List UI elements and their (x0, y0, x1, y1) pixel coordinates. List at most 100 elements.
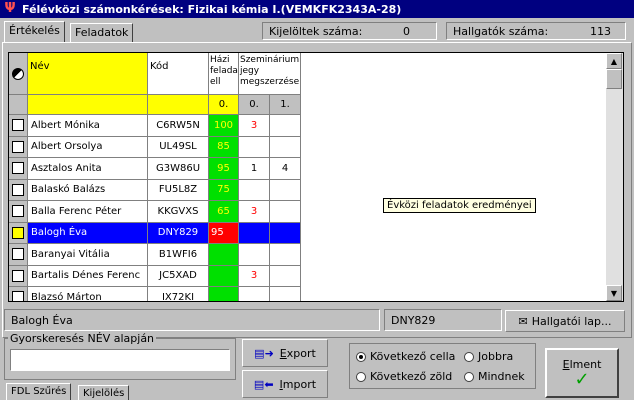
row-checkbox[interactable] (9, 115, 28, 137)
option-next-green[interactable]: Következő zöld (356, 370, 452, 383)
header-blank (9, 95, 28, 115)
students-count-box: Hallgatók száma: 113 (446, 22, 626, 40)
checkbox-icon[interactable] (12, 269, 24, 282)
hazi-score[interactable] (209, 265, 239, 287)
hazi-score[interactable]: 65 (209, 201, 239, 223)
tab-ertekeles[interactable]: Értékelés (4, 21, 65, 42)
student-name[interactable]: Albert Orsolya (28, 136, 148, 158)
header-hazi[interactable]: Házi feladatok ell (209, 53, 239, 95)
scroll-up-icon[interactable]: ▲ (606, 53, 622, 69)
student-code[interactable]: FU5L8Z (148, 179, 209, 201)
checkbox-icon[interactable] (12, 248, 24, 261)
tooltip: Évközi feladatok eredményei (383, 198, 536, 213)
row-checkbox[interactable] (9, 179, 28, 201)
szem-grade-0[interactable] (239, 222, 270, 244)
checkbox-icon[interactable] (12, 291, 24, 301)
szem-grade-1[interactable] (270, 244, 301, 266)
szem-grade-1[interactable] (270, 201, 301, 223)
szem-grade-0[interactable]: 3 (239, 265, 270, 287)
hazi-score[interactable]: 95 (209, 222, 239, 244)
szem-grade-0[interactable]: 1 (239, 158, 270, 180)
student-sheet-label: Hallgatói lap... (531, 314, 612, 328)
student-code[interactable]: G3W86U (148, 158, 209, 180)
row-checkbox[interactable] (9, 265, 28, 287)
student-name[interactable]: Albert Mónika (28, 115, 148, 137)
szem-grade-1[interactable] (270, 136, 301, 158)
search-input[interactable] (10, 349, 230, 371)
student-code[interactable]: C6RW5N (148, 115, 209, 137)
checkbox-icon[interactable] (12, 226, 24, 239)
tab-label: Kijelölés (83, 388, 125, 399)
hazi-score[interactable]: 85 (209, 136, 239, 158)
scroll-down-icon[interactable]: ▼ (606, 285, 622, 301)
hazi-score[interactable]: 75 (209, 179, 239, 201)
szem-grade-1[interactable] (270, 287, 301, 301)
header-name[interactable]: Név (28, 53, 148, 95)
student-name[interactable]: Asztalos Anita (28, 158, 148, 180)
subheader-szem-0[interactable]: 0. (239, 95, 270, 115)
szem-grade-1[interactable] (270, 115, 301, 137)
student-code[interactable]: KKGVXS (148, 201, 209, 223)
student-code[interactable]: IX72KI (148, 287, 209, 301)
subheader-hazi-0[interactable]: 0. (209, 95, 239, 115)
import-label: Import (279, 377, 317, 391)
import-button[interactable]: ▤⬅ Import (242, 370, 328, 398)
checkbox-icon[interactable] (12, 140, 24, 153)
filter-code-cell[interactable] (148, 95, 209, 115)
student-name[interactable]: Blazsó Márton (28, 287, 148, 301)
tab-kijeloles[interactable]: Kijelölés (78, 385, 130, 400)
select-all-icon[interactable] (9, 53, 28, 95)
option-next-cell-label: Következő cella (370, 350, 456, 363)
row-checkbox[interactable] (9, 158, 28, 180)
row-checkbox[interactable] (9, 222, 28, 244)
row-checkbox[interactable] (9, 136, 28, 158)
filter-name-cell[interactable] (28, 95, 148, 115)
szem-grade-0[interactable]: 3 (239, 115, 270, 137)
szem-grade-0[interactable] (239, 244, 270, 266)
row-checkbox[interactable] (9, 201, 28, 223)
szem-grade-0[interactable] (239, 287, 270, 301)
option-all-label: Mindnek (478, 370, 525, 383)
student-name[interactable]: Bartalis Dénes Ferenc (28, 265, 148, 287)
tab-fdl-szures[interactable]: FDL Szűrés (6, 383, 72, 400)
option-right[interactable]: Jobbra (464, 350, 513, 363)
tab-feladatok[interactable]: Feladatok (70, 23, 134, 42)
hazi-score[interactable]: 95 (209, 158, 239, 180)
hazi-score[interactable] (209, 287, 239, 301)
student-name[interactable]: Balogh Éva (28, 222, 148, 244)
szem-grade-1[interactable]: 4 (270, 158, 301, 180)
szem-grade-0[interactable]: 3 (239, 201, 270, 223)
szem-grade-1[interactable] (270, 179, 301, 201)
student-name[interactable]: Balaskó Balázs (28, 179, 148, 201)
option-next-cell[interactable]: Következő cella (356, 350, 455, 363)
student-sheet-button[interactable]: ✉ Hallgatói lap... (505, 310, 625, 332)
header-szeminarium[interactable]: Szemináriumi jegy megszerzése (239, 53, 301, 95)
szem-grade-0[interactable] (239, 179, 270, 201)
student-code[interactable]: DNY829 (148, 222, 209, 244)
option-next-green-label: Következő zöld (370, 370, 453, 383)
header-code[interactable]: Kód (148, 53, 209, 95)
hazi-score[interactable] (209, 244, 239, 266)
student-code[interactable]: UL49SL (148, 136, 209, 158)
option-all[interactable]: Mindnek (464, 370, 525, 383)
vertical-scrollbar[interactable]: ▲ ▼ (606, 53, 623, 301)
scroll-thumb[interactable] (606, 69, 622, 89)
szem-grade-1[interactable] (270, 222, 301, 244)
checkbox-icon[interactable] (12, 119, 24, 132)
row-checkbox[interactable] (9, 244, 28, 266)
grades-grid[interactable]: Név Kód Házi feladatok ell Szemináriumi … (8, 52, 624, 302)
hazi-score[interactable]: 100 (209, 115, 239, 137)
checkbox-icon[interactable] (12, 205, 24, 218)
checkbox-icon[interactable] (12, 183, 24, 196)
szem-grade-0[interactable] (239, 136, 270, 158)
szem-grade-1[interactable] (270, 265, 301, 287)
student-name[interactable]: Baranyai Vitália (28, 244, 148, 266)
subheader-szem-1[interactable]: 1. (270, 95, 301, 115)
student-code[interactable]: JC5XAD (148, 265, 209, 287)
row-checkbox[interactable] (9, 287, 28, 301)
save-button[interactable]: Elment ✓ (545, 348, 619, 398)
checkbox-icon[interactable] (12, 162, 24, 175)
export-button[interactable]: ▤➜ Export (242, 339, 328, 367)
student-name[interactable]: Balla Ferenc Péter (28, 201, 148, 223)
student-code[interactable]: B1WFI6 (148, 244, 209, 266)
